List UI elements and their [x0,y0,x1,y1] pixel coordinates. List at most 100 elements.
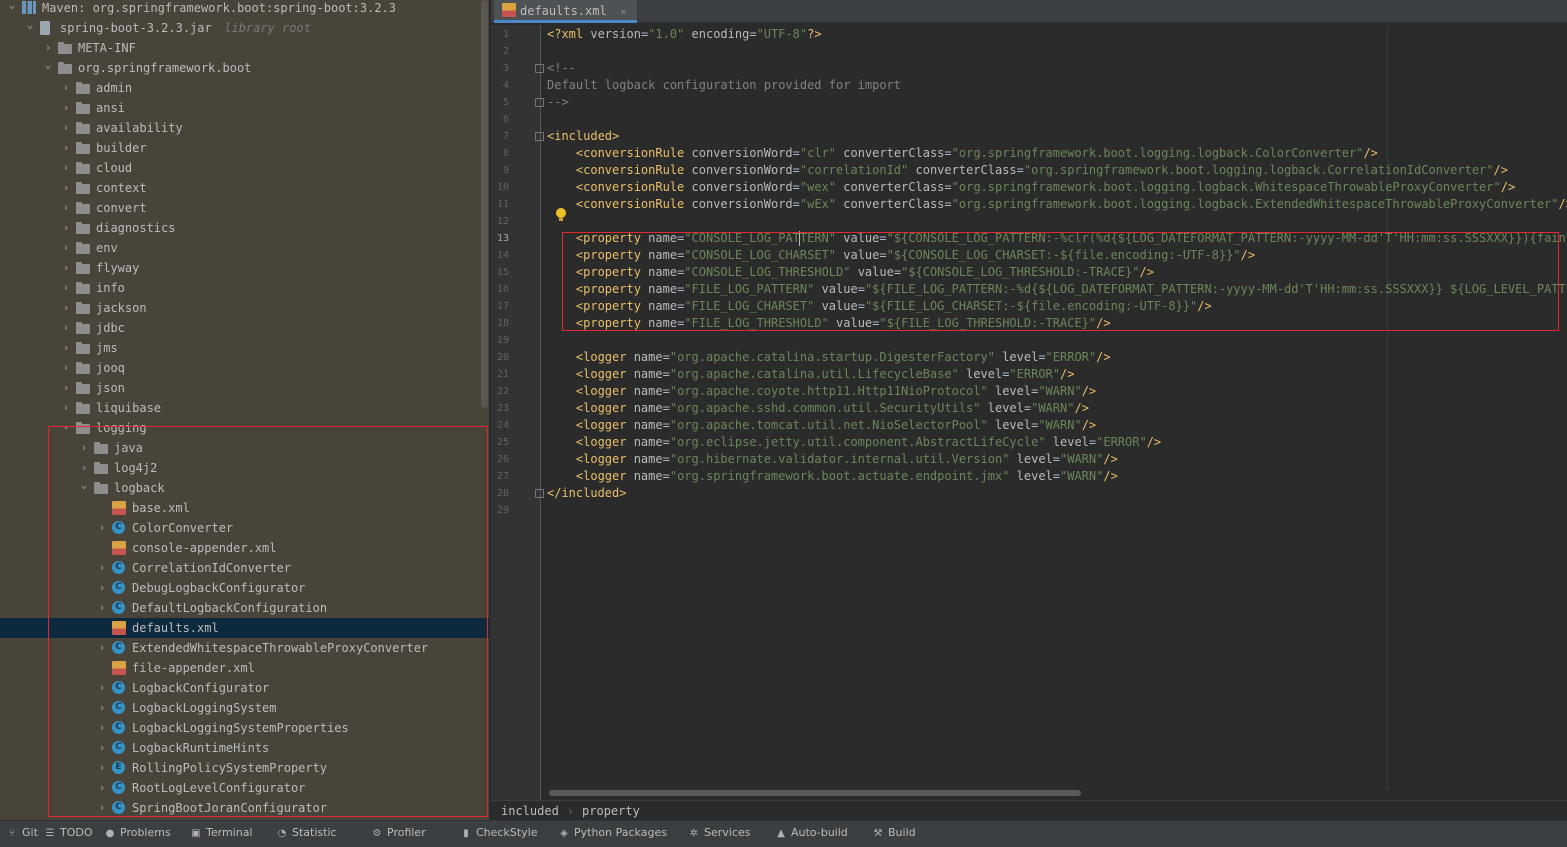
tree-item-context[interactable]: › context [0,178,489,198]
chevron-right-icon[interactable]: › [60,118,72,138]
code-line[interactable]: <logger name="org.eclipse.jetty.util.com… [547,434,1161,451]
tree-item-rollingpolicysystemproperty[interactable]: › E RollingPolicySystemProperty [0,758,489,778]
code-line[interactable]: <property name="FILE_LOG_PATTERN" value=… [547,281,1567,298]
fold-marker-icon[interactable] [535,489,544,498]
chevron-right-icon[interactable]: › [60,278,72,298]
chevron-right-icon[interactable]: › [60,358,72,378]
code-line[interactable]: <conversionRule conversionWord="wex" con… [547,179,1515,196]
code-line[interactable]: <!-- [547,60,576,77]
chevron-down-icon[interactable]: ⌄ [78,478,90,498]
code-line[interactable]: <logger name="org.apache.sshd.common.uti… [547,400,1089,417]
chevron-right-icon[interactable]: › [60,378,72,398]
chevron-right-icon[interactable]: › [60,98,72,118]
chevron-down-icon[interactable]: ⌄ [6,0,18,18]
tree-item-colorconverter[interactable]: › C ColorConverter [0,518,489,538]
tree-item-defaultlogbackconfiguration[interactable]: › C DefaultLogbackConfiguration [0,598,489,618]
chevron-right-icon[interactable]: › [60,298,72,318]
tool-todo[interactable]: ☰ TODO [44,821,93,847]
tool-auto-build[interactable]: ▲ Auto-build [775,821,848,847]
tree-item-debuglogbackconfigurator[interactable]: › C DebugLogbackConfigurator [0,578,489,598]
tree-item-extendedwhitespacethrowableproxyconverter[interactable]: › C ExtendedWhitespaceThrowableProxyConver… [0,638,489,658]
tab-close-icon[interactable]: × [620,5,627,18]
tree-item-logback[interactable]: ⌄ logback [0,478,489,498]
code-line[interactable]: <conversionRule conversionWord="wEx" con… [547,196,1567,213]
tree-item-logbackconfigurator[interactable]: › C LogbackConfigurator [0,678,489,698]
code-line[interactable]: <logger name="org.apache.tomcat.util.net… [547,417,1096,434]
tree-item-cloud[interactable]: › cloud [0,158,489,178]
chevron-right-icon[interactable]: › [60,218,72,238]
tree-item-file-appender-xml[interactable]: file-appender.xml [0,658,489,678]
fold-marker-icon[interactable] [535,64,544,73]
chevron-down-icon[interactable]: ⌄ [24,18,36,38]
tree-item-maven-org-springframework-boot-spring-boot-3-2-3[interactable]: ⌄ Maven: org.springframework.boot:spring-… [0,0,489,18]
fold-marker-icon[interactable] [535,98,544,107]
code-line[interactable]: <logger name="org.apache.catalina.startu… [547,349,1111,366]
tree-item-convert[interactable]: › convert [0,198,489,218]
tree-item-springbootjoranconfigurator[interactable]: › C SpringBootJoranConfigurator [0,798,489,818]
tool-build[interactable]: ⚒ Build [872,821,916,847]
chevron-right-icon[interactable]: › [96,738,108,758]
code-line[interactable]: <property name = "CONSOLE_LOG_PATTERN" val… [547,230,1567,247]
tree-item-jooq[interactable]: › jooq [0,358,489,378]
chevron-right-icon[interactable]: › [96,718,108,738]
chevron-right-icon[interactable]: › [60,238,72,258]
tool-checkstyle[interactable]: ▮ CheckStyle [460,821,537,847]
tree-item-org-springframework-boot[interactable]: ⌄ org.springframework.boot [0,58,489,78]
chevron-right-icon[interactable]: › [60,338,72,358]
tree-item-rootloglevelconfigurator[interactable]: › C RootLogLevelConfigurator [0,778,489,798]
code-line[interactable]: <property name = "CONSOLE_LOG_CHARSET" val… [547,247,1255,264]
chevron-right-icon[interactable]: › [96,758,108,778]
tree-item-log4j2[interactable]: › log4j2 [0,458,489,478]
chevron-right-icon[interactable]: › [96,698,108,718]
chevron-right-icon[interactable]: › [60,78,72,98]
tree-item-ansi[interactable]: › ansi [0,98,489,118]
chevron-right-icon[interactable]: › [60,198,72,218]
intention-lightbulb-icon[interactable] [556,208,566,222]
tree-item-json[interactable]: › json [0,378,489,398]
tool-terminal[interactable]: ▣ Terminal [190,821,252,847]
chevron-right-icon[interactable]: › [96,638,108,658]
tree-item-logbackloggingsystem[interactable]: › C LogbackLoggingSystem [0,698,489,718]
tree-item-diagnostics[interactable]: › diagnostics [0,218,489,238]
tab-defaults-xml[interactable]: defaults.xml × [494,0,637,23]
tool-profiler[interactable]: ⚙ Profiler [371,821,426,847]
chevron-right-icon[interactable]: › [60,138,72,158]
tree-item-correlationidconverter[interactable]: › C CorrelationIdConverter [0,558,489,578]
tool-problems[interactable]: ● Problems [104,821,171,847]
tree-item-jms[interactable]: › jms [0,338,489,358]
tree-item-spring-boot-3-2-3-jar[interactable]: ⌄ spring-boot-3.2.3.jar library root [0,18,489,38]
tool-python-packages[interactable]: ◈ Python Packages [558,821,667,847]
tool-statistic[interactable]: ◔ Statistic [276,821,337,847]
chevron-right-icon[interactable]: › [60,178,72,198]
code-line[interactable]: <conversionRule conversionWord="clr" con… [547,145,1378,162]
tree-item-info[interactable]: › info [0,278,489,298]
code-line[interactable]: <?xml version="1.0" encoding="UTF-8"?> [547,26,822,43]
code-line[interactable]: <property name="FILE_LOG_THRESHOLD" valu… [547,315,1111,332]
tree-item-env[interactable]: › env [0,238,489,258]
tree-item-java[interactable]: › java [0,438,489,458]
chevron-right-icon[interactable]: › [96,778,108,798]
tool-git[interactable]: ⑂ Git [6,821,38,847]
tree-item-logging[interactable]: ⌄ logging [0,418,489,438]
chevron-right-icon[interactable]: › [96,598,108,618]
code-line[interactable]: --> [547,94,569,111]
code-line[interactable]: <logger name="org.springframework.boot.a… [547,468,1118,485]
code-line[interactable]: <conversionRule conversionWord="correlat… [547,162,1508,179]
code-line[interactable]: <logger name="org.apache.coyote.http11.H… [547,383,1096,400]
chevron-right-icon[interactable]: › [60,318,72,338]
tree-item-liquibase[interactable]: › liquibase [0,398,489,418]
tree-item-jackson[interactable]: › jackson [0,298,489,318]
tree-item-availability[interactable]: › availability [0,118,489,138]
chevron-right-icon[interactable]: › [96,798,108,818]
editor-horizontal-scrollbar[interactable] [549,790,1081,796]
chevron-right-icon[interactable]: › [96,558,108,578]
chevron-right-icon[interactable]: › [78,438,90,458]
tree-item-logbackruntimehints[interactable]: › C LogbackRuntimeHints [0,738,489,758]
tool-services[interactable]: ✲ Services [688,821,751,847]
chevron-right-icon[interactable]: › [60,158,72,178]
breadcrumb-item-property[interactable]: property [582,804,640,818]
chevron-right-icon[interactable]: › [96,518,108,538]
tree-item-flyway[interactable]: › flyway [0,258,489,278]
code-line[interactable]: <property name = "CONSOLE_LOG_THRESHOLD" v… [547,264,1154,281]
chevron-right-icon[interactable]: › [60,258,72,278]
